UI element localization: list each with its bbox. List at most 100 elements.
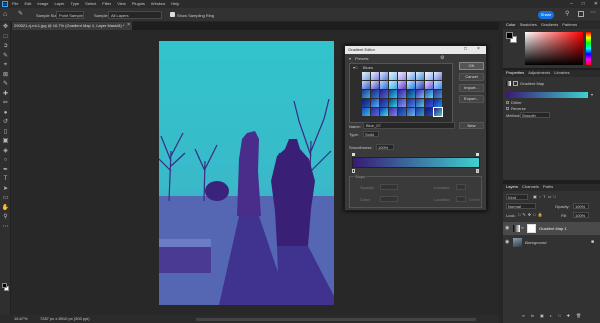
share-button[interactable]: Share: [538, 11, 554, 19]
stop-color-swatch[interactable]: [380, 196, 398, 202]
gradient-swatch[interactable]: [416, 72, 424, 80]
gradient-swatch[interactable]: [398, 81, 406, 89]
add-mask-icon[interactable]: ▣: [540, 312, 544, 320]
gradient-swatch[interactable]: [371, 72, 379, 80]
gradient-swatch[interactable]: [416, 81, 424, 89]
group-folder-icon[interactable]: □: [558, 312, 560, 320]
gradient-swatch[interactable]: [389, 99, 397, 107]
gradient-swatch[interactable]: [389, 72, 397, 80]
name-input[interactable]: Blue_07: [363, 122, 455, 129]
gradient-swatch[interactable]: [380, 99, 388, 107]
healing-brush-icon[interactable]: ✚: [3, 91, 8, 97]
tab-paths[interactable]: Paths: [543, 184, 553, 191]
tab-channels[interactable]: Channels: [522, 184, 539, 191]
ok-button[interactable]: OK: [459, 62, 484, 70]
gradient-swatch[interactable]: [362, 81, 370, 89]
quick-select-tool-icon[interactable]: ✎: [3, 53, 8, 59]
tab-swatches[interactable]: Swatches: [520, 22, 537, 29]
gradient-swatch[interactable]: [362, 90, 370, 98]
gradient-swatch[interactable]: [425, 108, 433, 116]
layer-name[interactable]: Gradient Map 1: [539, 226, 567, 231]
layer-name[interactable]: Background: [525, 240, 546, 245]
gradient-swatch[interactable]: [398, 99, 406, 107]
zoom-tool-icon[interactable]: ⚲: [3, 214, 7, 220]
history-brush-icon[interactable]: ↺: [3, 119, 8, 125]
opacity-input[interactable]: 100%: [573, 203, 589, 209]
move-tool-icon[interactable]: ✥: [3, 24, 8, 30]
presets-list[interactable]: ▾□ Blues: [349, 63, 453, 123]
smoothness-input[interactable]: 100%: [376, 144, 394, 150]
menu-layer[interactable]: Layer: [54, 1, 64, 6]
gradient-preview-bar[interactable]: [352, 157, 480, 168]
gradient-swatch[interactable]: [407, 108, 415, 116]
type-tool-icon[interactable]: T: [4, 176, 8, 182]
menu-image[interactable]: Image: [37, 1, 48, 6]
dialog-title-bar[interactable]: Gradient Editor □ ×: [345, 46, 486, 54]
eyedropper-icon[interactable]: ✎: [3, 81, 8, 87]
foreground-color-chip[interactable]: [506, 32, 513, 39]
gradient-swatch[interactable]: [407, 99, 415, 107]
horizontal-scrollbar[interactable]: [196, 318, 476, 321]
stop-color-location-input[interactable]: [456, 196, 466, 202]
tab-layers[interactable]: Layers: [506, 184, 518, 191]
show-ring-checkbox[interactable]: [170, 12, 175, 17]
gradient-swatch[interactable]: [425, 72, 433, 80]
stop-delete-button[interactable]: Delete: [469, 197, 481, 202]
gradient-swatch[interactable]: [398, 108, 406, 116]
menu-file[interactable]: File: [12, 1, 18, 6]
layer-filter-select[interactable]: Kind: [506, 194, 528, 200]
dialog-maximize-icon[interactable]: □: [464, 46, 467, 53]
menu-window[interactable]: Window: [151, 1, 165, 6]
gradient-swatch[interactable]: [389, 81, 397, 89]
adjustment-layer-icon[interactable]: ◐: [550, 312, 552, 320]
menu-type[interactable]: Type: [71, 1, 80, 6]
menu-help[interactable]: Help: [171, 1, 179, 6]
marquee-tool-icon[interactable]: □: [4, 34, 8, 40]
tab-color[interactable]: Color: [506, 22, 516, 29]
gradient-map-preview[interactable]: [506, 92, 588, 98]
lock-icon[interactable]: ■: [591, 239, 594, 245]
tab-libraries[interactable]: Libraries: [554, 70, 569, 77]
close-icon[interactable]: ✕: [594, 1, 598, 7]
gradient-swatch[interactable]: [425, 99, 433, 107]
hand-tool-icon[interactable]: ✋: [2, 205, 9, 211]
layer-row[interactable]: ◉ ∞ Gradient Map 1: [503, 222, 600, 235]
gradient-swatch[interactable]: [371, 108, 379, 116]
blur-tool-icon[interactable]: ◈: [3, 148, 8, 154]
eraser-tool-icon[interactable]: ▯: [4, 129, 7, 135]
lock-icons[interactable]: □✎✥□🔒: [518, 212, 545, 218]
presets-settings-icon[interactable]: ⚙: [440, 55, 444, 61]
menu-view[interactable]: View: [117, 1, 126, 6]
gradient-swatch[interactable]: [416, 90, 424, 98]
crop-tool-icon[interactable]: ⌖: [4, 62, 7, 68]
gradient-swatch[interactable]: [425, 90, 433, 98]
new-button[interactable]: New: [459, 122, 484, 129]
document-tab[interactable]: 290521-rj-mi-1.jpg @ 16.7% (Gradient Map…: [12, 22, 132, 30]
gradient-swatch[interactable]: [371, 90, 379, 98]
stop-opacity-input[interactable]: [380, 184, 398, 190]
layer-row[interactable]: ◉ Background ■: [503, 236, 600, 249]
gradient-swatch[interactable]: [434, 81, 442, 89]
color-stop[interactable]: [476, 169, 479, 173]
blend-mode-select[interactable]: Normal: [506, 203, 536, 209]
visibility-eye-icon[interactable]: ◉: [505, 239, 509, 245]
link-layers-icon[interactable]: ∞: [522, 312, 525, 320]
menu-edit[interactable]: Edit: [24, 1, 31, 6]
more-tools-icon[interactable]: ⋯: [3, 224, 9, 230]
tab-adjustments[interactable]: Adjustments: [528, 70, 550, 77]
gradient-swatch[interactable]: [362, 99, 370, 107]
trash-icon[interactable]: 🗑: [576, 312, 581, 320]
gradient-swatch[interactable]: [362, 72, 370, 80]
gradient-type-select[interactable]: Solid: [363, 131, 379, 137]
stop-opacity-location-input[interactable]: [456, 184, 466, 190]
maximize-icon[interactable]: □: [582, 1, 585, 7]
home-icon[interactable]: ⌂: [3, 11, 10, 18]
gradient-swatch[interactable]: [434, 72, 442, 80]
fill-input[interactable]: 100%: [573, 212, 589, 218]
hue-slider[interactable]: [586, 32, 591, 65]
gradient-swatch[interactable]: [380, 81, 388, 89]
frame-tool-icon[interactable]: ⊠: [3, 72, 8, 78]
shape-tool-icon[interactable]: ▭: [3, 195, 9, 201]
layer-mask-thumbnail[interactable]: [527, 224, 536, 233]
pen-tool-icon[interactable]: ✒: [3, 167, 8, 173]
